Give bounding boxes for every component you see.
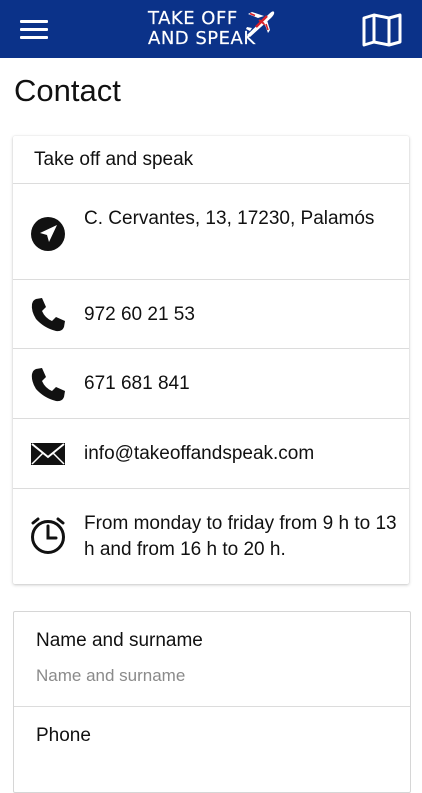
divider <box>13 183 409 184</box>
name-field-label: Name and surname <box>36 630 203 651</box>
hamburger-menu-icon-bar <box>20 28 48 31</box>
folded-map-icon <box>362 13 402 47</box>
name-input[interactable] <box>36 663 386 689</box>
divider <box>13 279 409 280</box>
hamburger-menu-icon-bar <box>20 36 48 39</box>
clock-icon <box>31 517 65 554</box>
divider <box>13 418 409 419</box>
page-title: Contact <box>14 73 121 108</box>
address-text: C. Cervantes, 13, 17230, Palamós <box>84 208 375 229</box>
logo-text-line2: AND SPEAK <box>148 28 256 49</box>
envelope-icon <box>31 443 65 465</box>
app-header: TAKE OFF AND SPEAK <box>0 0 422 58</box>
phone-number-1: 972 60 21 53 <box>84 304 195 325</box>
contact-info-card: Take off and speak C. Cervantes, 13, 172… <box>13 136 409 584</box>
card-title: Take off and speak <box>34 149 194 170</box>
menu-button[interactable] <box>20 16 48 42</box>
hamburger-menu-icon <box>20 20 48 23</box>
divider <box>13 348 409 349</box>
email-address: info@takeoffandspeak.com <box>84 443 315 464</box>
divider <box>13 488 409 489</box>
opening-hours-text: From monday to friday from 9 h to 13 h a… <box>84 513 397 560</box>
logo-text-line1: TAKE OFF <box>148 8 238 29</box>
divider <box>14 706 410 707</box>
map-button[interactable] <box>361 13 403 47</box>
contact-form-card: Name and surname Phone <box>13 611 411 793</box>
phone-number-2: 671 681 841 <box>84 373 190 394</box>
union-jack-plane-icon <box>246 11 275 38</box>
phone-icon <box>31 298 65 332</box>
phone-icon <box>31 368 65 402</box>
navigation-arrow-icon <box>31 217 65 251</box>
phone-field-label: Phone <box>36 725 91 746</box>
app-logo[interactable]: TAKE OFF AND SPEAK <box>146 6 278 52</box>
